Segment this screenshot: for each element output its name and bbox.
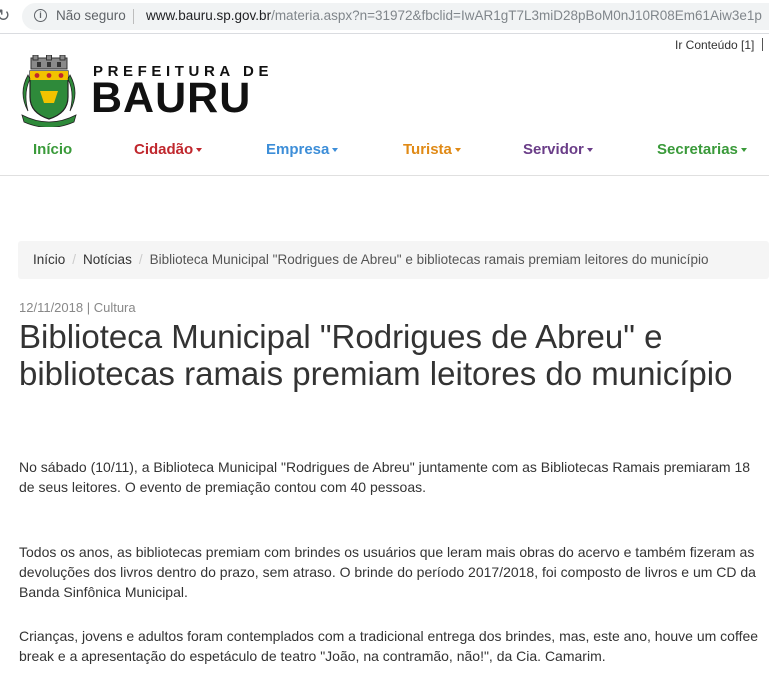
- nav-inicio[interactable]: Início: [33, 141, 72, 158]
- nav-cidadao[interactable]: Cidadão: [134, 141, 203, 158]
- nav-label: Servidor: [523, 141, 584, 158]
- main-nav: Início Cidadão Empresa Turista Servidor …: [0, 141, 769, 161]
- skip-link-divider: [762, 38, 763, 51]
- breadcrumb-current: Biblioteca Municipal "Rodrigues de Abreu…: [149, 252, 709, 267]
- article-meta: 12/11/2018 | Cultura: [19, 300, 136, 315]
- article-paragraph: Todos os anos, as bibliotecas premiam co…: [19, 544, 756, 600]
- caret-down-icon: [586, 148, 593, 153]
- header-divider: [0, 175, 769, 176]
- article-title: Biblioteca Municipal "Rodrigues de Abreu…: [19, 318, 733, 392]
- breadcrumb-separator: /: [138, 252, 143, 267]
- nav-label: Início: [33, 141, 73, 158]
- breadcrumb-separator: /: [72, 252, 77, 267]
- nav-empresa[interactable]: Empresa: [266, 141, 339, 158]
- breadcrumb-news[interactable]: Notícias: [83, 252, 132, 267]
- nav-secretarias[interactable]: Secretarias: [657, 141, 747, 158]
- security-label[interactable]: Não seguro: [56, 8, 126, 23]
- logo-text-bauru: BAURU: [91, 74, 252, 122]
- url-path: /materia.aspx?n=31972&fbclid=IwAR1gT7L3m…: [271, 8, 762, 23]
- url-text[interactable]: www.bauru.sp.gov.br/materia.aspx?n=31972…: [146, 8, 762, 23]
- coat-of-arms-logo[interactable]: [18, 54, 80, 132]
- nav-servidor[interactable]: Servidor: [523, 141, 593, 158]
- caret-down-icon: [332, 148, 339, 153]
- caret-down-icon: [740, 148, 747, 153]
- breadcrumb: Início / Notícias / Biblioteca Municipal "Ro…: [18, 241, 769, 279]
- skip-to-content-link[interactable]: Ir Conteúdo [1]: [675, 38, 754, 52]
- nav-label: Empresa: [266, 141, 330, 158]
- url-host: www.bauru.sp.gov.br: [146, 8, 272, 23]
- omnibox[interactable]: i Não seguro www.bauru.sp.gov.br/materia…: [22, 3, 769, 30]
- nav-label: Cidadão: [134, 141, 194, 158]
- nav-label: Turista: [403, 141, 452, 158]
- omnibox-divider: [133, 9, 134, 24]
- nav-label: Secretarias: [657, 141, 738, 158]
- info-icon[interactable]: i: [34, 9, 47, 22]
- browser-address-bar: ↻ i Não seguro www.bauru.sp.gov.br/mater…: [0, 0, 769, 34]
- breadcrumb-home[interactable]: Início: [33, 252, 65, 267]
- caret-down-icon: [454, 148, 461, 153]
- nav-turista[interactable]: Turista: [403, 141, 461, 158]
- article-paragraph: Crianças, jovens e adultos foram contemp…: [19, 628, 759, 664]
- caret-down-icon: [196, 148, 203, 153]
- article-paragraph: No sábado (10/11), a Biblioteca Municipa…: [19, 459, 751, 495]
- reload-icon[interactable]: ↻: [0, 6, 10, 26]
